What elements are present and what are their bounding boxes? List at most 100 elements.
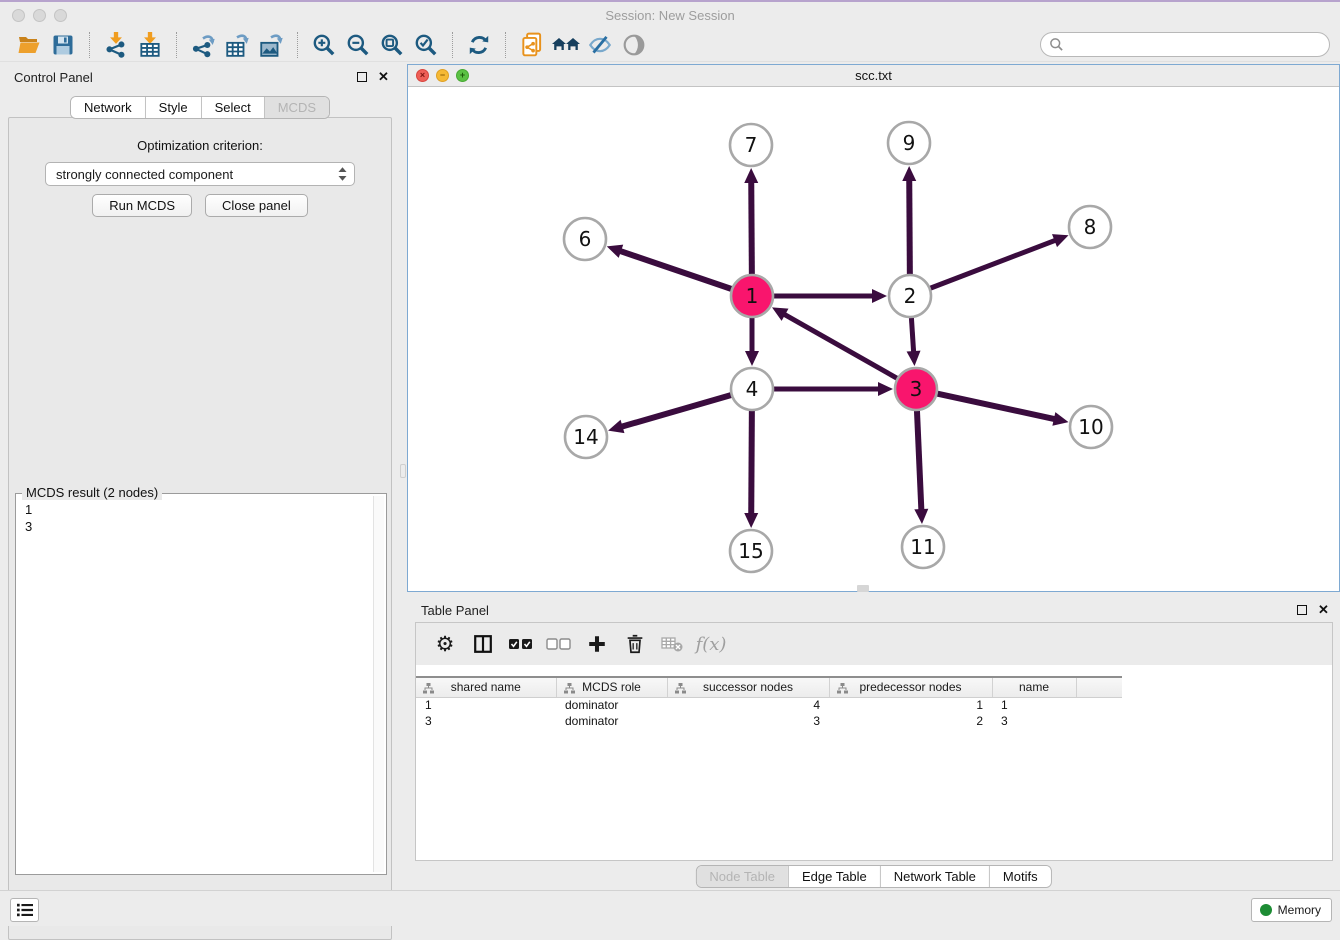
graph-edge-1-6[interactable] (618, 250, 731, 289)
table-header-row[interactable]: shared name MCDS role successor nodesprede… (416, 677, 1122, 697)
table-cell[interactable]: 3 (667, 713, 829, 729)
network-maximize-button[interactable]: + (456, 69, 469, 82)
show-all-panels-button[interactable] (549, 30, 583, 60)
table-cell[interactable]: 1 (829, 697, 992, 713)
graph-node-label-3: 3 (910, 377, 923, 401)
column-header-name[interactable]: name (992, 677, 1076, 697)
delete-table-button[interactable] (656, 629, 690, 659)
unchecked-boxes-icon (546, 637, 572, 651)
graph-edge-2-8[interactable] (931, 240, 1058, 289)
graph-edge-4-15[interactable] (751, 411, 752, 516)
panel-splitter-handle[interactable] (400, 464, 406, 478)
export-image-button[interactable] (254, 30, 288, 60)
zoom-in-button[interactable] (307, 30, 341, 60)
graph-edge-2-9[interactable] (909, 178, 910, 274)
tab-node-table[interactable]: Node Table (696, 866, 788, 887)
graph-edge-3-11[interactable] (917, 411, 921, 512)
column-type-icon (564, 683, 575, 697)
mcds-tab-content: Optimization criterion: strongly connect… (8, 117, 392, 940)
graph-edge-1-7[interactable] (751, 180, 752, 274)
graph-arrowhead (745, 351, 759, 366)
graph-arrowhead (608, 420, 624, 433)
deselect-all-columns-button[interactable] (542, 629, 576, 659)
network-graph: 1234678910111415 (408, 87, 1339, 591)
select-all-columns-button[interactable] (504, 629, 538, 659)
table-options-button[interactable]: ⚙ (428, 629, 462, 659)
result-scrollbar[interactable] (373, 496, 384, 872)
tab-style[interactable]: Style (145, 97, 201, 118)
create-column-button[interactable] (580, 629, 614, 659)
zoom-fit-button[interactable] (375, 30, 409, 60)
graph-edge-3-10[interactable] (937, 394, 1056, 420)
table-cell[interactable]: 3 (416, 713, 556, 729)
tab-mcds[interactable]: MCDS (264, 97, 329, 118)
column-type-icon (423, 683, 434, 697)
table-cell[interactable]: 3 (992, 713, 1076, 729)
column-header-MCDS-role[interactable]: MCDS role (556, 677, 667, 697)
function-builder-button[interactable]: f(x) (694, 629, 728, 659)
float-panel-button[interactable] (355, 71, 368, 84)
canvas-resize-handle[interactable] (857, 585, 869, 592)
close-panel-button[interactable]: ✕ (377, 71, 390, 84)
import-network-button[interactable] (99, 30, 133, 60)
memory-button[interactable]: Memory (1251, 898, 1332, 922)
table-cell[interactable]: 1 (416, 697, 556, 713)
graph-arrowhead (902, 166, 916, 181)
toolbar-separator (176, 32, 177, 58)
zoom-selected-button[interactable] (409, 30, 443, 60)
table-cell[interactable]: 2 (829, 713, 992, 729)
table-float-panel-button[interactable] (1295, 604, 1308, 617)
network-window-titlebar: scc.txt × − + (408, 65, 1339, 87)
network-minimize-button[interactable]: − (436, 69, 449, 82)
run-mcds-button[interactable]: Run MCDS (92, 194, 192, 217)
graph-edge-2-3[interactable] (911, 318, 913, 354)
graph-edge-3-1[interactable] (782, 313, 896, 378)
graph-node-label-8: 8 (1084, 215, 1097, 239)
table-cell[interactable]: dominator (556, 713, 667, 729)
table-cell[interactable]: 4 (667, 697, 829, 713)
show-columns-button[interactable] (466, 629, 500, 659)
save-session-button[interactable] (46, 30, 80, 60)
column-header-predecessor-nodes[interactable]: predecessor nodes (829, 677, 992, 697)
table-panel: Table Panel ✕ ⚙ (407, 595, 1340, 890)
column-header-shared-name[interactable]: shared name (416, 677, 556, 697)
tab-motifs[interactable]: Motifs (989, 866, 1051, 887)
optimization-criterion-select[interactable]: strongly connected component (45, 162, 355, 186)
close-panel-pushbutton[interactable]: Close panel (205, 194, 308, 217)
apply-layout-button[interactable] (462, 30, 496, 60)
table-row[interactable]: 3dominator323 (416, 713, 1122, 729)
delete-column-button[interactable] (618, 629, 652, 659)
graph-node-label-7: 7 (745, 133, 758, 157)
show-graphics-details-button[interactable] (617, 30, 651, 60)
table-panel-tabs: Node Table Edge Table Network Table Moti… (695, 865, 1051, 888)
gear-icon: ⚙ (436, 632, 455, 657)
import-table-button[interactable] (133, 30, 167, 60)
window-title: Session: New Session (0, 8, 1340, 23)
table-close-panel-button[interactable]: ✕ (1317, 604, 1330, 617)
float-icon (1297, 605, 1307, 615)
tab-network[interactable]: Network (71, 97, 145, 118)
network-canvas[interactable]: 1234678910111415 (408, 87, 1339, 591)
hide-panels-button[interactable] (583, 30, 617, 60)
duplicate-network-button[interactable] (515, 30, 549, 60)
column-header-label: MCDS role (582, 680, 641, 694)
table-row[interactable]: 1dominator411 (416, 697, 1122, 713)
tab-edge-table[interactable]: Edge Table (788, 866, 880, 887)
export-table-button[interactable] (220, 30, 254, 60)
table-cell[interactable]: dominator (556, 697, 667, 713)
node-table: shared name MCDS role successor nodesprede… (416, 676, 1122, 729)
search-input[interactable] (1040, 32, 1330, 57)
network-close-button[interactable]: × (416, 69, 429, 82)
open-session-button[interactable] (12, 30, 46, 60)
main-toolbar (0, 28, 1340, 62)
search-field-wrap (1040, 32, 1330, 57)
table-cell[interactable]: 1 (992, 697, 1076, 713)
export-network-button[interactable] (186, 30, 220, 60)
task-history-button[interactable] (10, 898, 39, 922)
graph-edge-4-14[interactable] (620, 395, 731, 427)
tab-select[interactable]: Select (201, 97, 264, 118)
zoom-out-button[interactable] (341, 30, 375, 60)
column-header-successor-nodes[interactable]: successor nodes (667, 677, 829, 697)
tab-network-table[interactable]: Network Table (880, 866, 989, 887)
graph-node-label-4: 4 (746, 377, 759, 401)
